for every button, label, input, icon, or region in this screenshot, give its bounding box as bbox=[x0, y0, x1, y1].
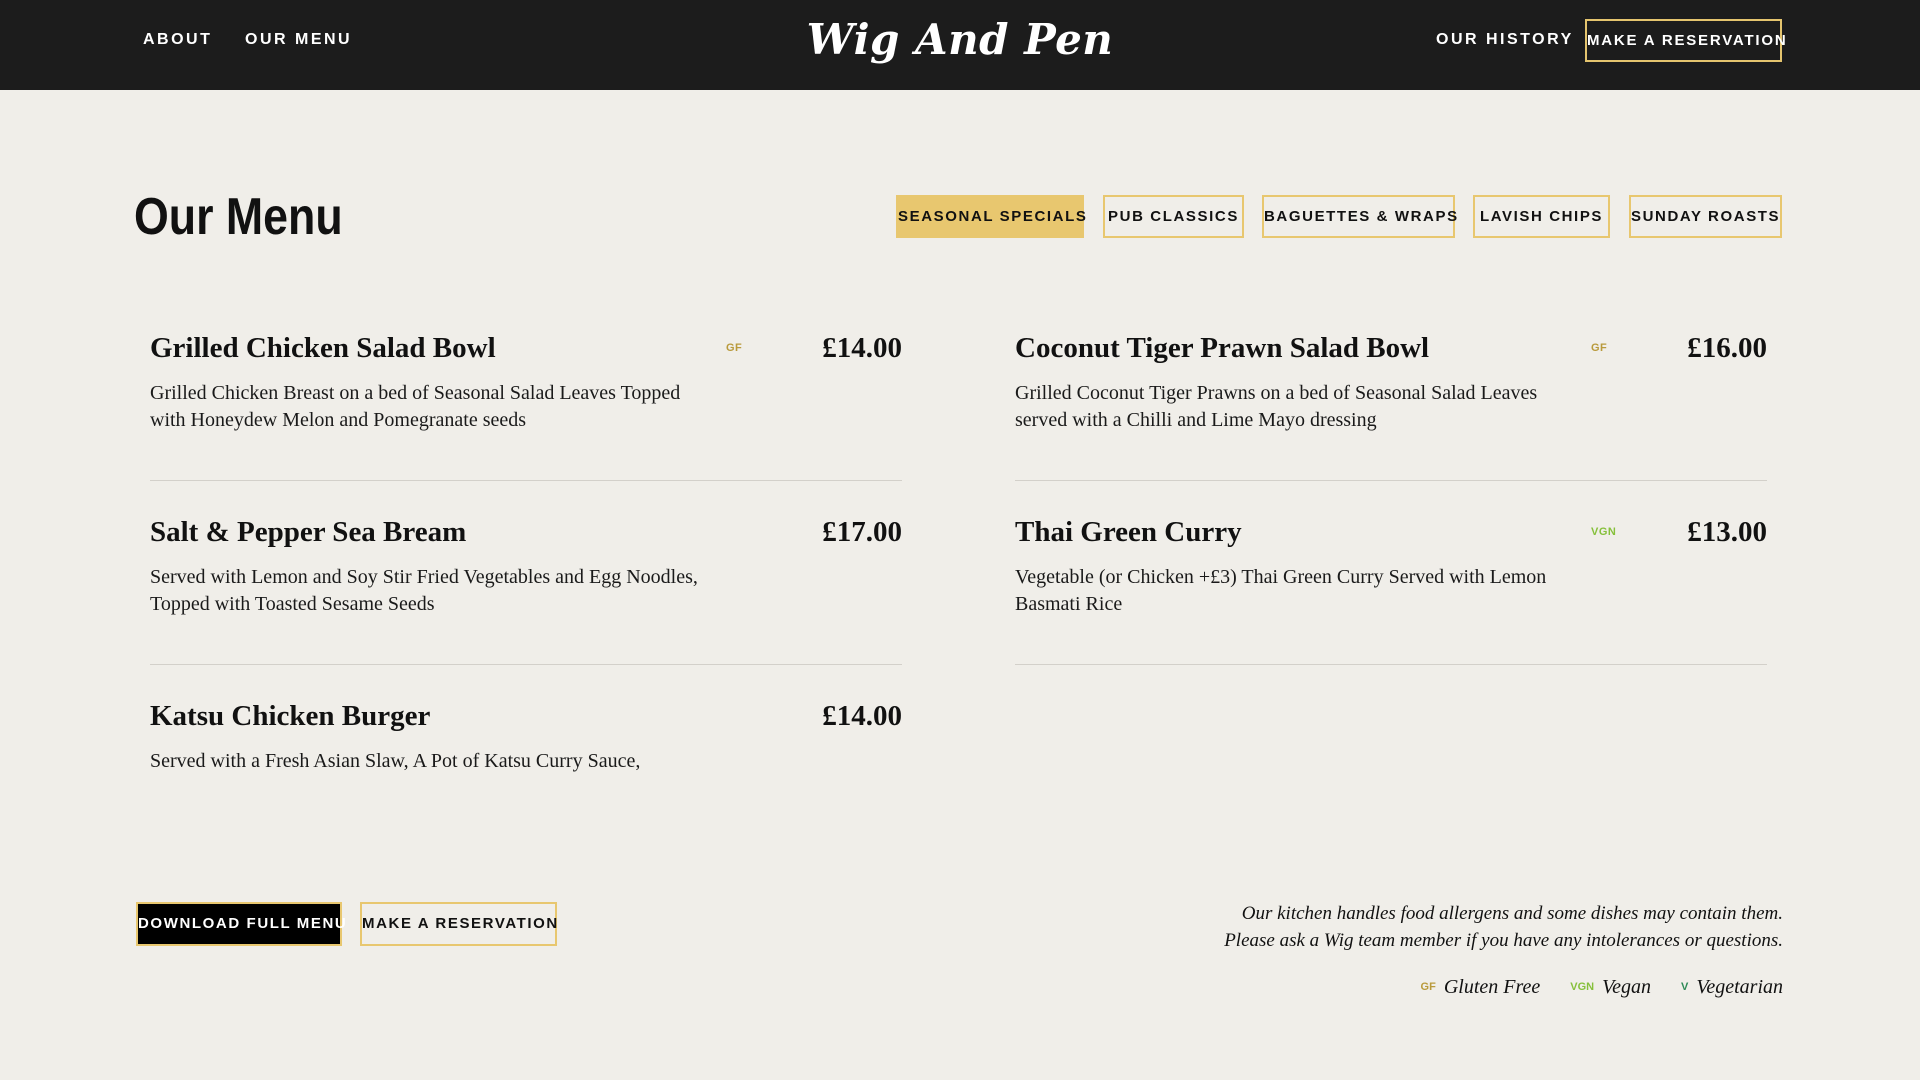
menu-item-description: Grilled Chicken Breast on a bed of Seaso… bbox=[150, 382, 681, 431]
menu-item-price: £13.00 bbox=[1687, 516, 1767, 548]
top-navigation-bar: About Our Menu Wig And Pen Our History M… bbox=[0, 0, 1920, 90]
menu-item-price: £14.00 bbox=[822, 332, 902, 364]
item-divider bbox=[1015, 480, 1767, 481]
item-divider bbox=[150, 664, 902, 665]
legend-gluten-free: GF Gluten Free bbox=[1421, 976, 1541, 999]
vegan-badge: VGN bbox=[1591, 526, 1617, 538]
tab-lavish-chips[interactable]: Lavish Chips bbox=[1473, 195, 1610, 238]
menu-item-price: £16.00 bbox=[1687, 332, 1767, 364]
vegetarian-badge: V bbox=[1681, 981, 1689, 993]
menu-item-price: £17.00 bbox=[822, 516, 902, 548]
gluten-free-badge: GF bbox=[1591, 342, 1608, 354]
menu-item-name: Coconut Tiger Prawn Salad Bowl bbox=[1015, 332, 1430, 364]
nav-link-our-menu[interactable]: Our Menu bbox=[245, 0, 352, 90]
make-reservation-button-header[interactable]: Make A Reservation bbox=[1585, 19, 1786, 62]
tab-sunday-roasts[interactable]: Sunday Roasts bbox=[1629, 195, 1782, 238]
allergen-notice-line: Our kitchen handles food allergens and s… bbox=[1241, 903, 1783, 924]
allergen-notice: Our kitchen handles food allergens and s… bbox=[1083, 900, 1783, 954]
site-logo[interactable]: Wig And Pen bbox=[760, 10, 1160, 70]
legend-label: Gluten Free bbox=[1443, 975, 1541, 998]
menu-item-name: Katsu Chicken Burger bbox=[150, 700, 431, 732]
menu-item-price: £14.00 bbox=[822, 700, 902, 732]
make-reservation-button[interactable]: Make A Reservation bbox=[360, 902, 557, 946]
legend-label: Vegan bbox=[1602, 975, 1651, 998]
menu-item-salt-pepper-sea-bream: Salt & Pepper Sea Bream £17.00 Served wi… bbox=[150, 514, 902, 684]
gluten-free-badge: GF bbox=[1420, 981, 1436, 993]
legend-vegetarian: V Vegetarian bbox=[1681, 976, 1783, 999]
menu-item-grilled-chicken-salad-bowl: Grilled Chicken Salad Bowl GF £14.00 Gri… bbox=[150, 330, 902, 500]
menu-item-coconut-tiger-prawn-salad-bowl: Coconut Tiger Prawn Salad Bowl GF £16.00… bbox=[1015, 330, 1767, 500]
legend-label: Vegetarian bbox=[1696, 975, 1783, 998]
dietary-legend: GF Gluten Free VGN Vegan V Vegetarian bbox=[1391, 973, 1783, 1001]
tab-pub-classics[interactable]: Pub Classics bbox=[1103, 195, 1244, 238]
menu-item-name: Salt & Pepper Sea Bream bbox=[150, 516, 467, 548]
allergen-notice-line: Please ask a Wig team member if you have… bbox=[1224, 930, 1783, 951]
menu-item-description: Vegetable (or Chicken +£3) Thai Green Cu… bbox=[1015, 566, 1547, 615]
menu-item-name: Thai Green Curry bbox=[1015, 516, 1242, 548]
menu-item-name: Grilled Chicken Salad Bowl bbox=[150, 332, 496, 364]
nav-link-our-history[interactable]: Our History bbox=[1436, 0, 1574, 90]
gluten-free-badge: GF bbox=[726, 342, 743, 354]
tab-baguettes-wraps[interactable]: Baguettes & Wraps bbox=[1262, 195, 1457, 238]
item-divider bbox=[150, 480, 902, 481]
menu-item-thai-green-curry: Thai Green Curry VGN £13.00 Vegetable (o… bbox=[1015, 514, 1767, 684]
menu-item-katsu-chicken-burger: Katsu Chicken Burger £14.00 Served with … bbox=[150, 698, 902, 868]
legend-vegan: VGN Vegan bbox=[1570, 976, 1651, 999]
page-title: Our Menu bbox=[134, 188, 343, 246]
menu-item-description: Grilled Coconut Tiger Prawns on a bed of… bbox=[1015, 382, 1538, 431]
tab-seasonal-specials[interactable]: Seasonal Specials bbox=[896, 195, 1086, 238]
menu-item-description: Served with Lemon and Soy Stir Fried Veg… bbox=[150, 566, 698, 615]
vegan-badge: VGN bbox=[1570, 981, 1595, 993]
menu-item-description: Served with a Fresh Asian Slaw, A Pot of… bbox=[150, 750, 641, 772]
download-full-menu-button[interactable]: Download Full Menu bbox=[136, 902, 346, 946]
item-divider bbox=[1015, 664, 1767, 665]
nav-link-about[interactable]: About bbox=[143, 0, 212, 90]
